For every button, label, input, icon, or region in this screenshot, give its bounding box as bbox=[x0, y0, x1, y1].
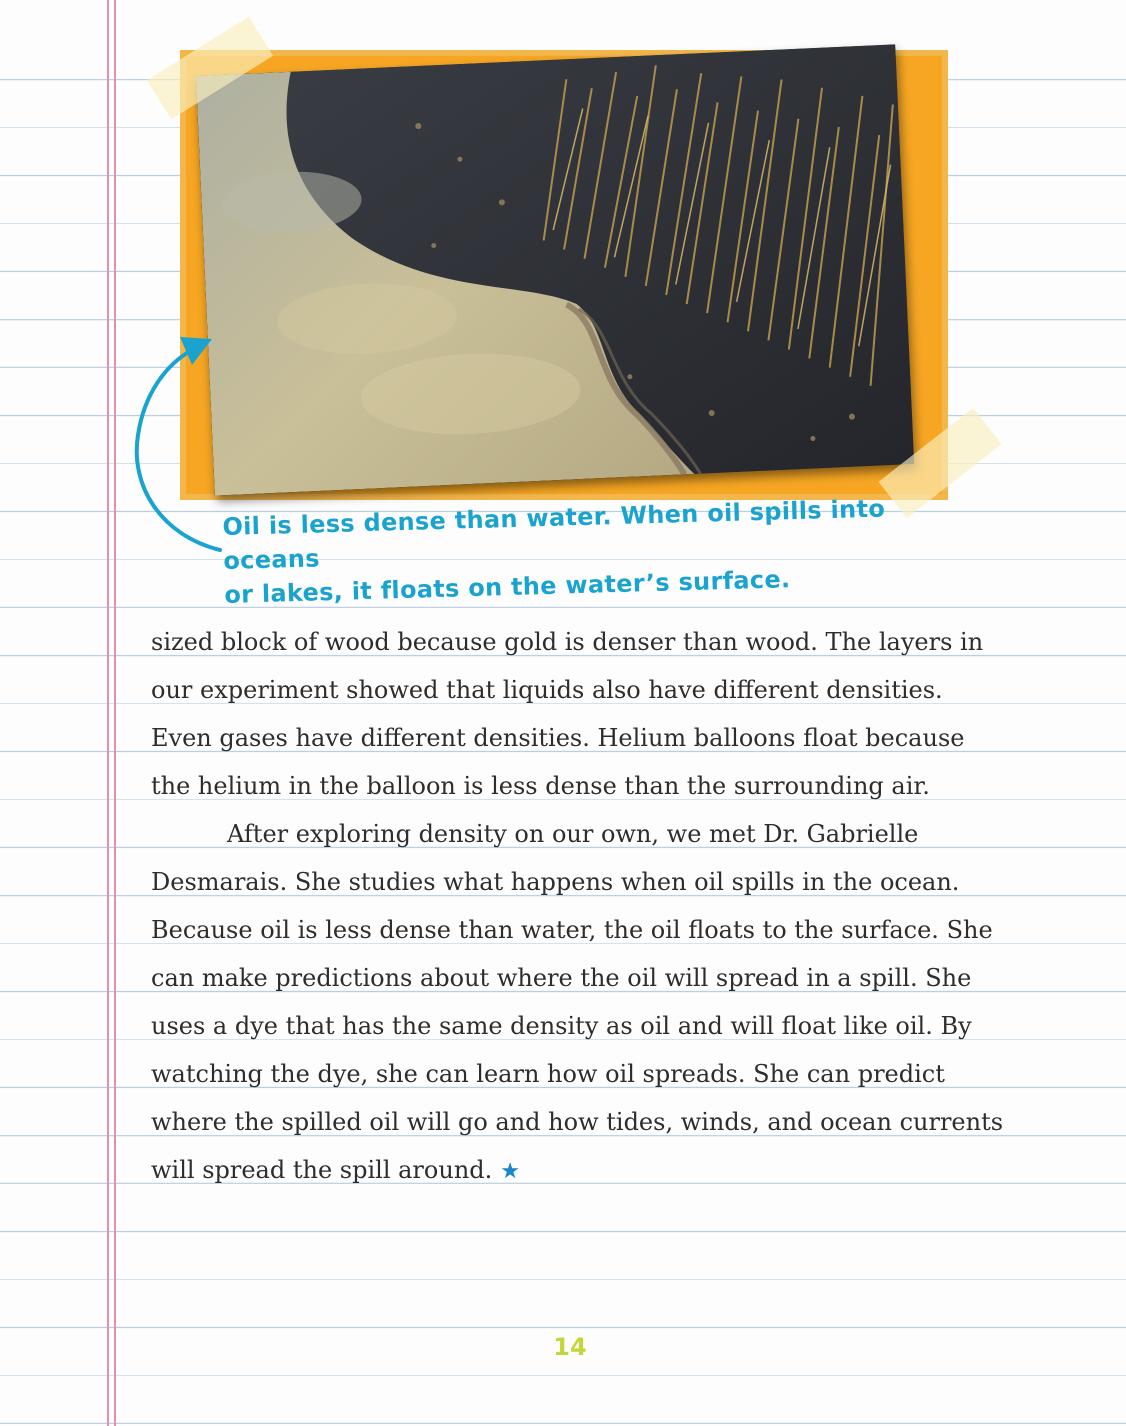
paragraph: After exploring density on our own, we m… bbox=[151, 810, 1011, 1196]
body-text: sized block of wood because gold is dens… bbox=[151, 618, 1011, 1196]
oil-spill-icon bbox=[195, 44, 915, 496]
paragraph-text: sized block of wood because gold is dens… bbox=[151, 628, 984, 800]
photo-caption: Oil is less dense than water. When oil s… bbox=[222, 490, 925, 612]
star-icon: ★ bbox=[500, 1159, 520, 1184]
curved-arrow-icon bbox=[134, 337, 222, 552]
paragraph: sized block of wood because gold is dens… bbox=[151, 618, 1011, 810]
paragraph-text: After exploring density on our own, we m… bbox=[151, 820, 1004, 1184]
oil-spill-photo bbox=[195, 44, 915, 496]
page-number: 14 bbox=[553, 1333, 587, 1361]
photo-figure: Oil is less dense than water. When oil s… bbox=[0, 0, 1126, 609]
